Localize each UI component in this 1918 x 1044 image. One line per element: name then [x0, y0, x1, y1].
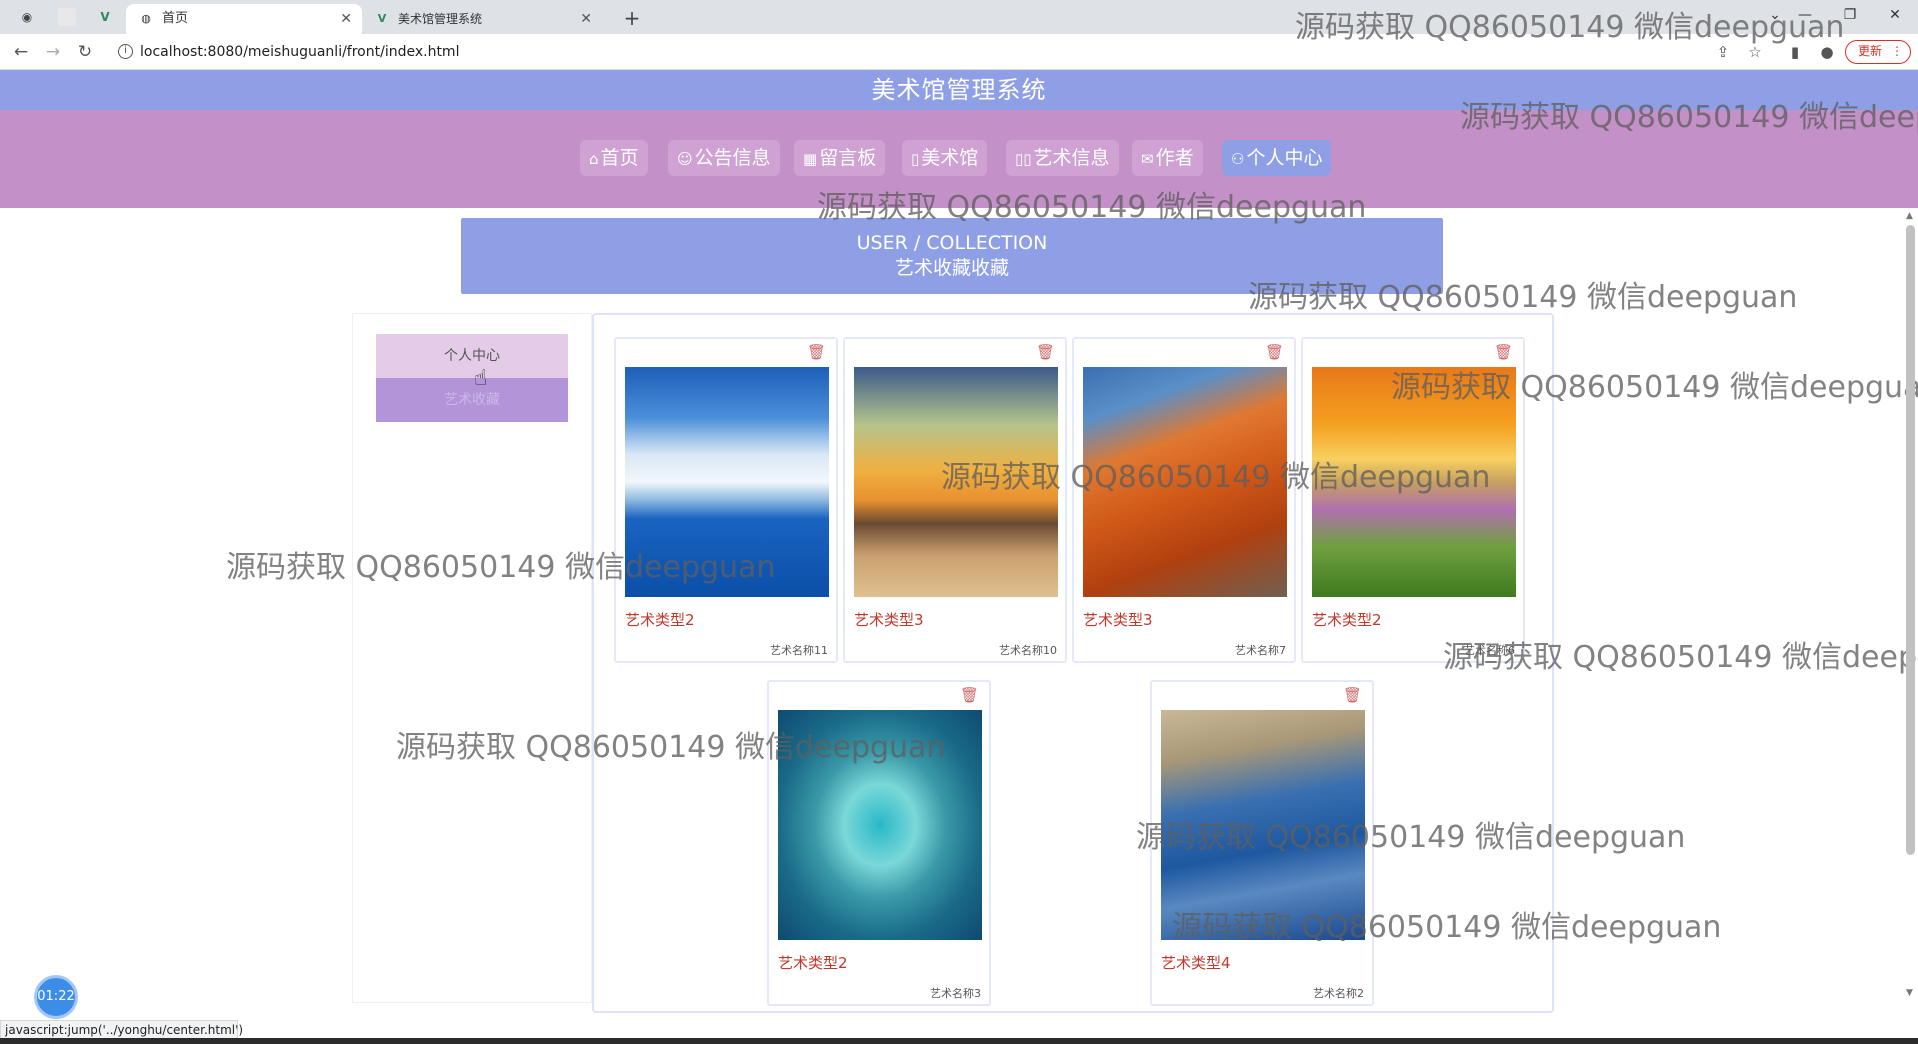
nav-item-announcements[interactable]: ☺ 公告信息	[668, 140, 780, 176]
art-card[interactable]: 🗑 艺术类型2 艺术名称11	[614, 337, 838, 663]
watermark-text: 源码获取 QQ86050149 微信deepguan	[1391, 370, 1918, 405]
sidebar-item-collection[interactable]: 艺术收藏	[376, 378, 568, 422]
forward-icon[interactable]: →	[42, 41, 64, 63]
delete-icon[interactable]: 🗑	[807, 343, 826, 361]
back-icon[interactable]: ←	[10, 41, 32, 63]
delete-icon[interactable]: 🗑	[1343, 686, 1362, 704]
banner-title-en: USER / COLLECTION	[856, 232, 1048, 254]
art-name: 艺术名称10	[999, 644, 1057, 657]
nav-label: 艺术信息	[1033, 147, 1110, 169]
nav-label: 美术馆	[921, 147, 979, 169]
nav-item-home[interactable]: ⌂ 首页	[580, 140, 648, 176]
message-board-icon: ▦	[803, 150, 818, 168]
art-name: 艺术名称3	[930, 987, 981, 1000]
art-type[interactable]: 艺术类型3	[854, 609, 924, 630]
watermark-text: 源码获取 QQ86050149 微信deepguan	[1172, 910, 1722, 945]
update-button[interactable]: 更新 ⋮	[1845, 40, 1911, 64]
home-icon: ⌂	[589, 150, 599, 168]
nav-label: 首页	[600, 147, 639, 169]
nav-item-authors[interactable]: ✉ 作者	[1132, 140, 1203, 176]
watermark-text: 源码获取 QQ86050149 微信deepguan	[1295, 10, 1845, 45]
delete-icon[interactable]: 🗑	[960, 686, 979, 704]
nav-label: 公告信息	[694, 147, 771, 169]
watermark-text: 源码获取 QQ86050149 微信deepguan	[1248, 280, 1798, 315]
delete-icon[interactable]: 🗑	[1265, 343, 1284, 361]
hand-cursor-icon: ☝	[474, 366, 488, 391]
gallery-icon: ▯	[911, 150, 920, 168]
art-info-icon: ▯▯	[1015, 150, 1032, 168]
nav-label: 个人中心	[1246, 147, 1323, 169]
vue-logo-icon[interactable]: V	[96, 8, 114, 26]
art-card[interactable]: 🗑 艺术类型3 艺术名称7	[1072, 337, 1296, 663]
pinned-tab-icon[interactable]: ◉	[18, 8, 36, 26]
art-name: 艺术名称7	[1235, 644, 1286, 657]
art-type[interactable]: 艺术类型4	[1161, 952, 1231, 973]
watermark-text: 源码获取 QQ86050149 微信deepguan	[941, 460, 1491, 495]
browser-tab-home[interactable]: ◍ 首页 ✕	[126, 4, 362, 34]
taskbar-strip	[0, 1038, 1918, 1044]
scroll-up-arrow-icon[interactable]: ▲	[1906, 211, 1913, 221]
vue-logo-icon: V	[377, 12, 387, 25]
delete-icon[interactable]: 🗑	[1494, 343, 1513, 361]
watermark-text: 源码获取 QQ86050149 微信deepguan	[1443, 640, 1918, 675]
scrollbar-thumb[interactable]	[1906, 225, 1915, 855]
art-name: 艺术名称11	[770, 644, 828, 657]
more-menu-icon: ⋮	[1891, 44, 1903, 58]
watermark-text: 源码获取 QQ86050149 微信deepguan	[1460, 100, 1918, 135]
art-type[interactable]: 艺术类型3	[1083, 609, 1153, 630]
site-info-icon[interactable]: i	[118, 44, 133, 59]
sidebar-item-user-center[interactable]: 个人中心	[376, 334, 568, 378]
tab-title: 首页	[162, 11, 189, 26]
author-icon: ✉	[1141, 150, 1154, 168]
watermark-text: 源码获取 QQ86050149 微信deepguan	[226, 550, 776, 585]
status-bar-link: javascript:jump('../yonghu/center.html')	[0, 1020, 243, 1040]
user-icon: ⚇	[1231, 150, 1245, 168]
nav-item-message-board[interactable]: ▦ 留言板	[794, 140, 886, 176]
delete-icon[interactable]: 🗑	[1036, 343, 1055, 361]
nav-item-user-center[interactable]: ⚇ 个人中心	[1222, 140, 1332, 176]
announcement-icon: ☺	[677, 150, 693, 168]
globe-icon: ◍	[141, 12, 151, 25]
nav-item-art-info[interactable]: ▯▯ 艺术信息	[1006, 140, 1119, 176]
art-type[interactable]: 艺术类型2	[1312, 609, 1382, 630]
new-tab-button[interactable]: +	[618, 4, 646, 32]
close-tab-icon[interactable]: ✕	[340, 4, 352, 34]
recording-timer: 01:22	[34, 975, 78, 1019]
watermark-text: 源码获取 QQ86050149 微信deepguan	[817, 190, 1367, 225]
nav-label: 作者	[1155, 147, 1194, 169]
scroll-down-arrow-icon[interactable]: ▼	[1906, 988, 1913, 998]
close-tab-icon[interactable]: ✕	[580, 4, 592, 34]
art-card[interactable]: 🗑 艺术类型3 艺术名称10	[843, 337, 1067, 663]
art-type[interactable]: 艺术类型2	[778, 952, 848, 973]
update-label: 更新	[1858, 44, 1883, 58]
watermark-text: 源码获取 QQ86050149 微信deepguan	[396, 730, 946, 765]
reload-icon[interactable]: ↻	[74, 41, 96, 63]
tab-title: 美术馆管理系统	[398, 12, 483, 26]
art-type[interactable]: 艺术类型2	[625, 609, 695, 630]
browser-tab-system[interactable]: V 美术馆管理系统 ✕	[362, 4, 602, 34]
nav-item-gallery[interactable]: ▯ 美术馆	[902, 140, 988, 176]
watermark-text: 源码获取 QQ86050149 微信deepguan	[1136, 820, 1686, 855]
pinned-tab-icon[interactable]	[58, 8, 76, 26]
url-text: localhost:8080/meishuguanli/front/index.…	[140, 44, 460, 60]
close-window-icon[interactable]: ✕	[1880, 4, 1910, 26]
art-name: 艺术名称2	[1313, 987, 1364, 1000]
nav-label: 留言板	[819, 147, 877, 169]
